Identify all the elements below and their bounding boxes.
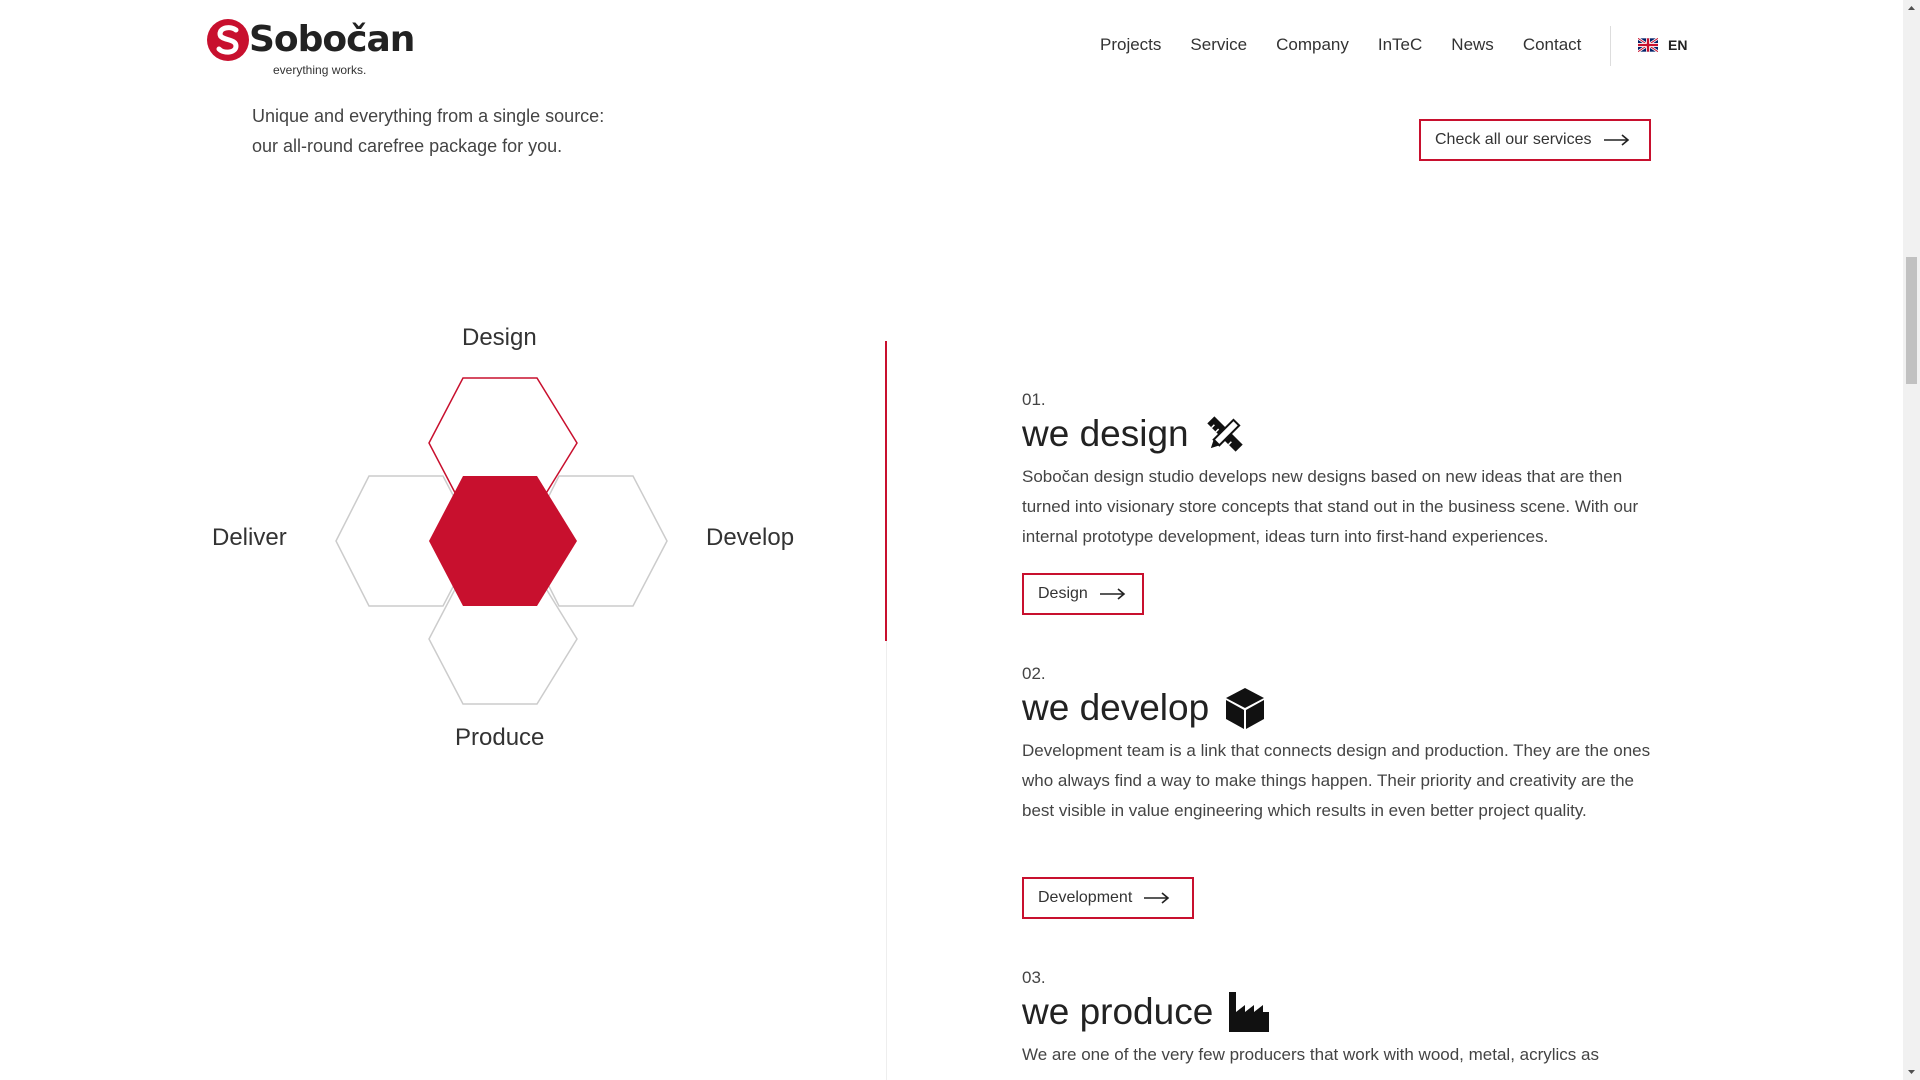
hexagon-center: [429, 476, 577, 606]
intro-line-2: our all-round carefree package for you.: [252, 136, 563, 156]
intro-line-1: Unique and everything from a single sour…: [252, 106, 605, 126]
language-label: EN: [1668, 37, 1688, 53]
factory-icon: [1229, 992, 1270, 1032]
diagram-label-develop: Develop: [706, 524, 795, 551]
step-title: we design: [1022, 413, 1189, 454]
page: Sobočan everything works. Projects Servi…: [0, 0, 1903, 1080]
diagram-label-deliver: Deliver: [212, 524, 287, 551]
scroll-up-icon[interactable]: [1903, 0, 1920, 17]
cube-icon: [1226, 688, 1265, 729]
step-title-row: we produce: [1022, 990, 1662, 1034]
nav-service[interactable]: Service: [1190, 35, 1247, 55]
nav-news[interactable]: News: [1451, 35, 1494, 55]
divider-line-accent: [885, 341, 887, 641]
uk-flag-icon: [1638, 38, 1658, 52]
step-title: we produce: [1022, 991, 1214, 1032]
step-description: Sobočan design studio develops new desig…: [1022, 467, 1639, 546]
step-title: we develop: [1022, 687, 1210, 728]
pencil-ruler-icon: [1206, 416, 1243, 452]
logo-wordmark: Sobočan: [249, 19, 415, 60]
design-button[interactable]: Design: [1022, 573, 1144, 615]
step-title-row: we develop: [1022, 686, 1662, 730]
step-number: 03.: [1022, 968, 1046, 987]
language-switcher[interactable]: EN: [1638, 37, 1687, 53]
diagram-label-produce: Produce: [455, 724, 545, 751]
development-button[interactable]: Development: [1022, 877, 1194, 919]
step-title-row: we design: [1022, 412, 1662, 456]
step-description: Development team is a link that connects…: [1022, 741, 1651, 820]
step-develop: 02. we develop Development team is a lin…: [1022, 664, 1662, 826]
intro-text: Unique and everything from a single sour…: [252, 101, 604, 161]
logo-s-icon: [207, 19, 249, 61]
step-produce: 03. we produce We are one of the very fe…: [1022, 968, 1662, 1070]
step-description: We are one of the very few producers tha…: [1022, 1045, 1599, 1064]
nav-intec[interactable]: InTeC: [1378, 35, 1422, 55]
arrow-right-icon: [1603, 134, 1629, 146]
arrow-right-icon: [1099, 588, 1126, 600]
check-services-label: Check all our services: [1435, 131, 1592, 148]
step-number: 01.: [1022, 390, 1046, 409]
nav-company[interactable]: Company: [1276, 35, 1349, 55]
process-hexagon-diagram: [335, 377, 668, 705]
design-button-label: Design: [1038, 585, 1088, 602]
scroll-down-icon[interactable]: [1903, 1063, 1920, 1080]
diagram-label-design: Design: [462, 324, 537, 351]
scrollbar-thumb[interactable]: [1906, 257, 1917, 384]
page-scrollbar[interactable]: [1903, 0, 1920, 1080]
nav-divider: [1610, 26, 1611, 66]
nav-projects[interactable]: Projects: [1100, 35, 1161, 55]
development-button-label: Development: [1038, 889, 1133, 906]
logo-tagline: everything works.: [273, 63, 367, 77]
logo[interactable]: Sobočan everything works.: [205, 17, 415, 79]
divider-line: [886, 641, 887, 1080]
check-services-button[interactable]: Check all our services: [1419, 119, 1651, 161]
nav-contact[interactable]: Contact: [1523, 35, 1582, 55]
step-number: 02.: [1022, 664, 1046, 683]
main-nav: Projects Service Company InTeC News Cont…: [1100, 35, 1581, 55]
step-design: 01. we design Sobočan design studio deve…: [1022, 390, 1662, 552]
arrow-right-icon: [1144, 892, 1170, 904]
